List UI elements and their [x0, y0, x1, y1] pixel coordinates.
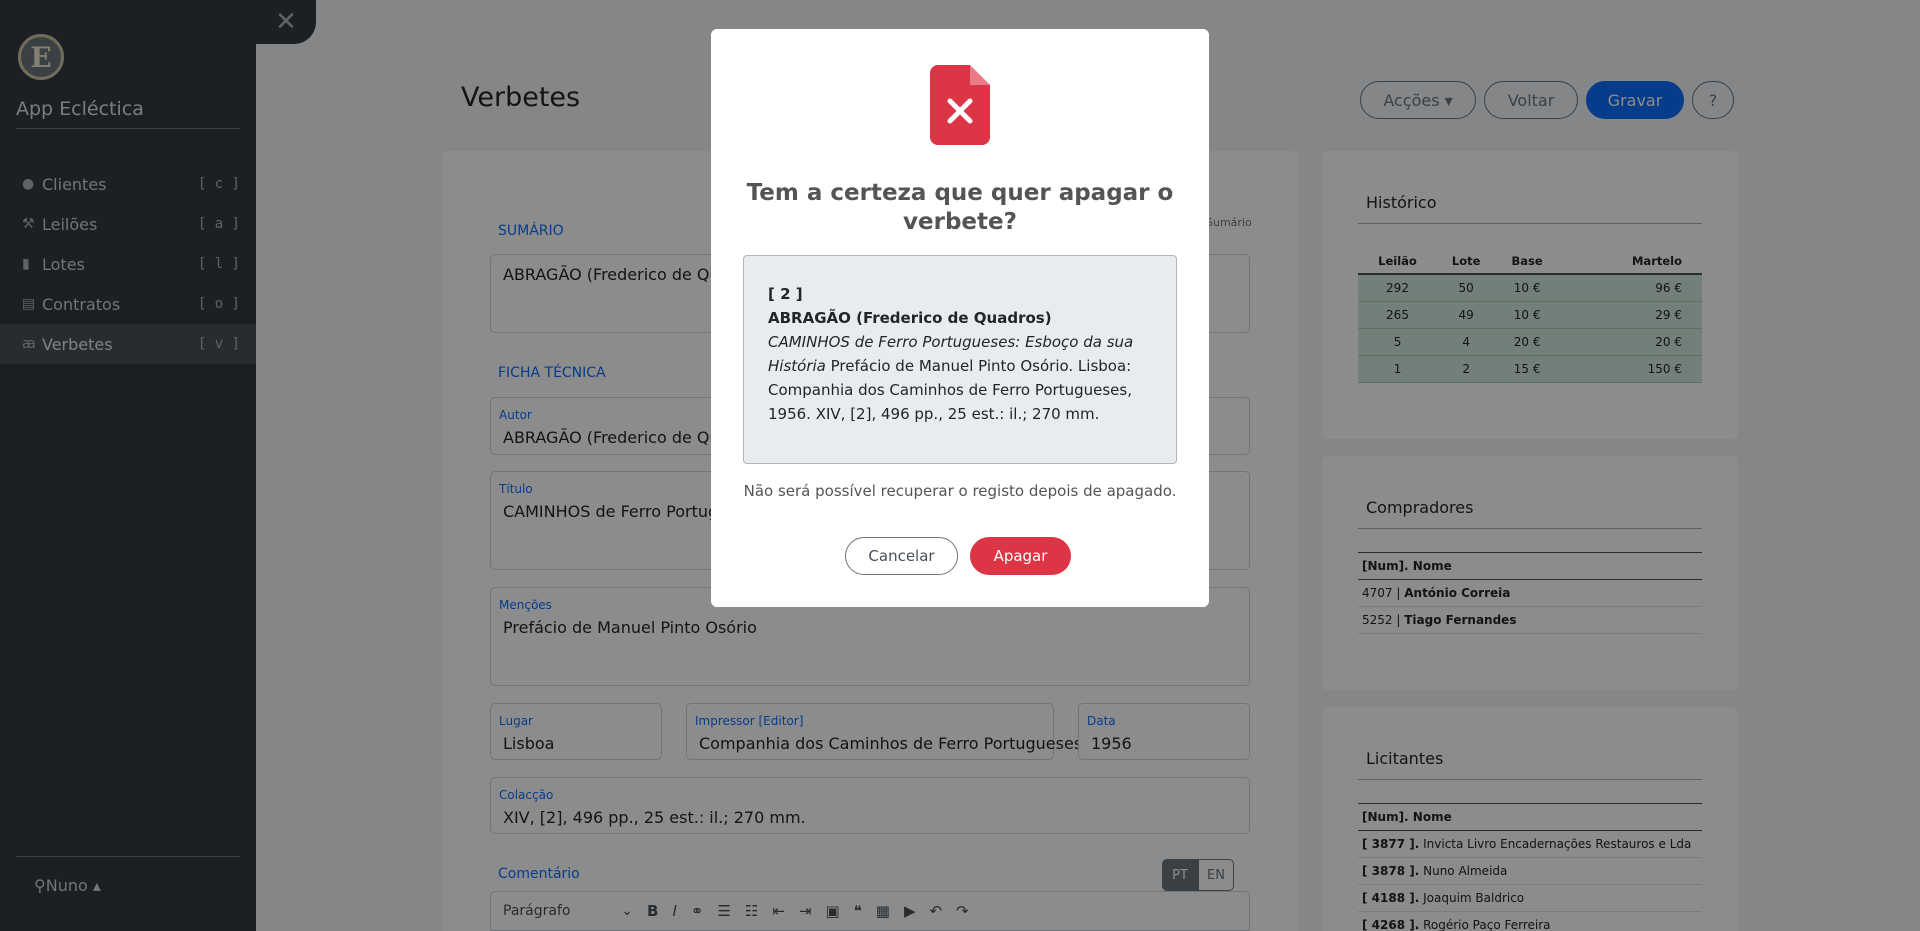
delete-confirmation-dialog: Tem a certeza que quer apagar o verbete?… [711, 29, 1209, 607]
dialog-warning: Não será possível recuperar o registo de… [743, 482, 1177, 500]
record-author: ABRAGÃO (Frederico de Quadros) [768, 309, 1052, 327]
record-description: CAMINHOS de Ferro Portugueses: Esboço da… [768, 330, 1152, 426]
record-number: [ 2 ] [768, 285, 803, 303]
cancel-button[interactable]: Cancelar [845, 537, 958, 575]
dialog-title: Tem a certeza que quer apagar o verbete? [746, 180, 1174, 235]
file-delete-icon [930, 65, 990, 145]
delete-button[interactable]: Apagar [970, 537, 1071, 575]
record-preview: [ 2 ] ABRAGÃO (Frederico de Quadros) CAM… [743, 255, 1177, 464]
